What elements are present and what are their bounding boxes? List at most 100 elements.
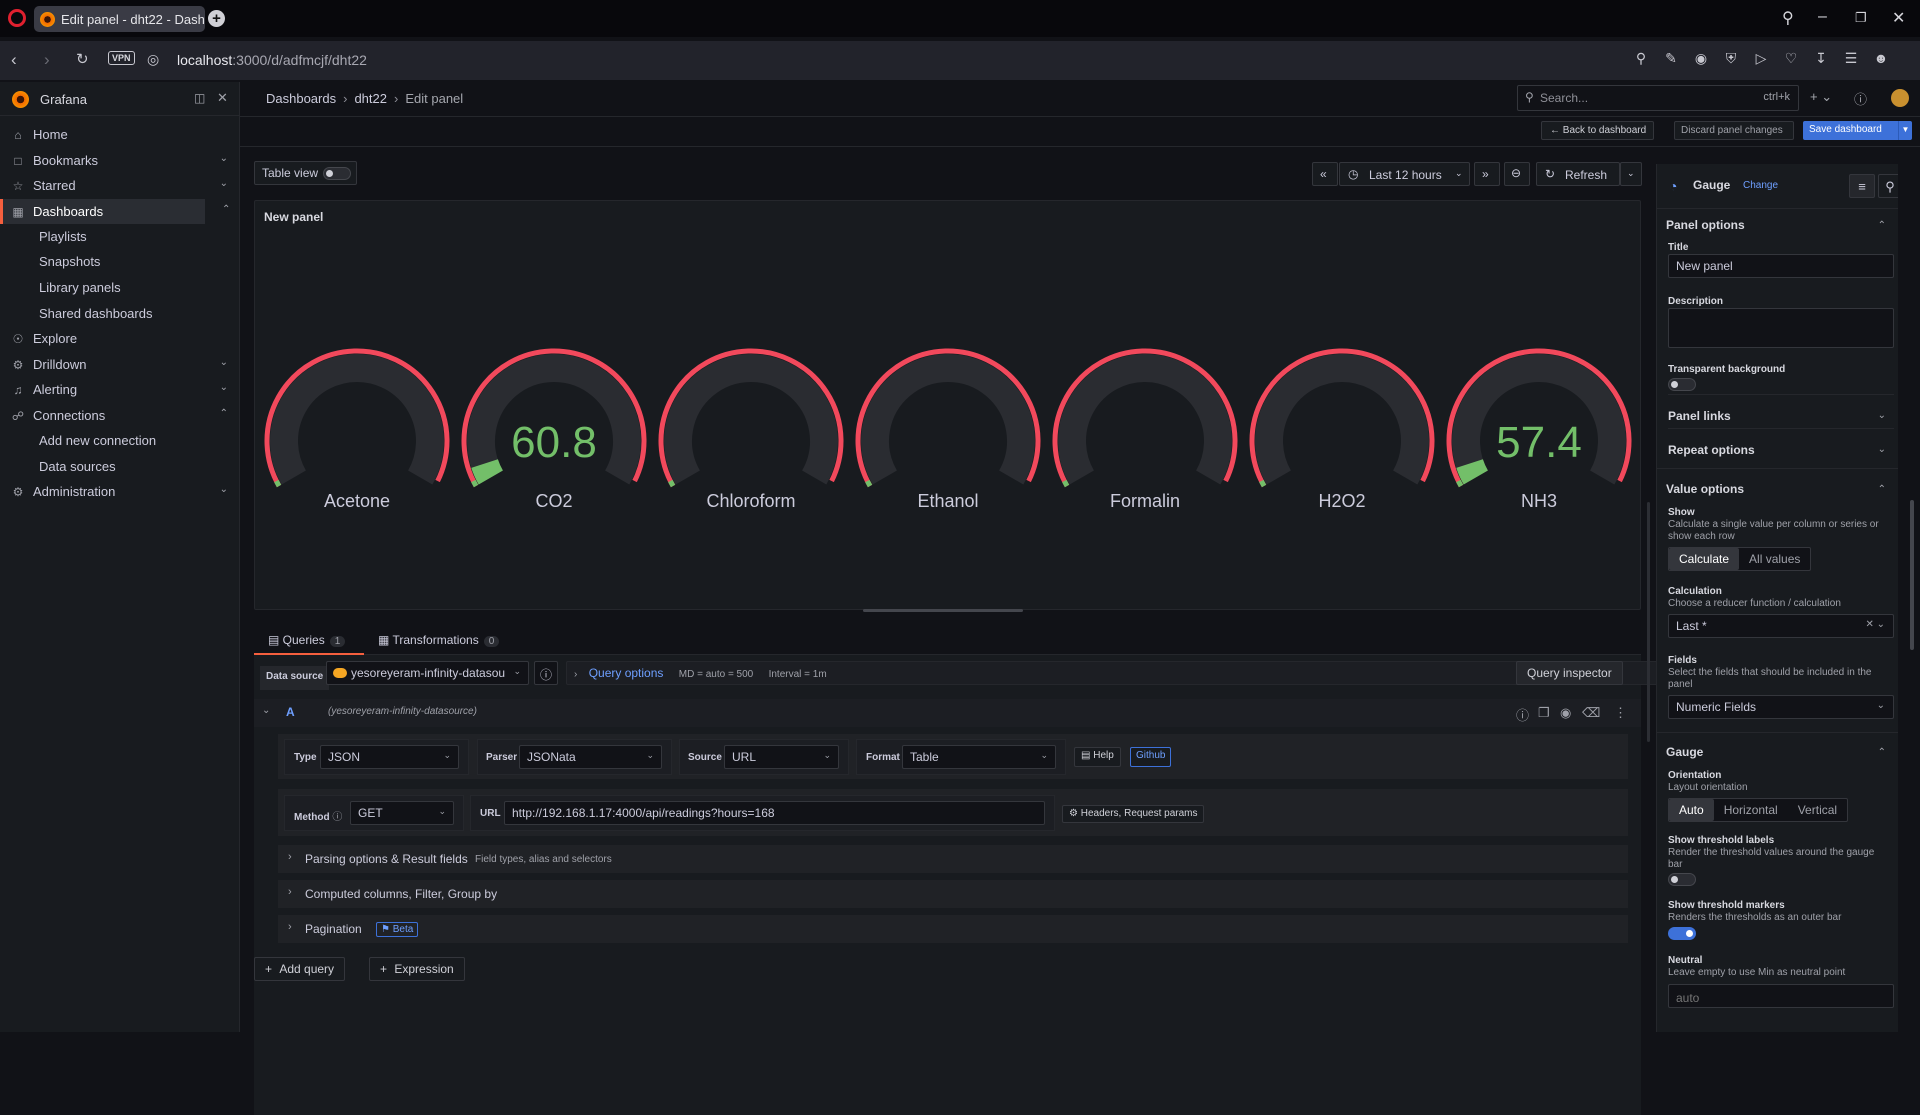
chevron-down-icon[interactable]: ⌄: [220, 178, 228, 189]
chevron-down-icon[interactable]: ▼: [1898, 121, 1912, 140]
url-field[interactable]: localhost:3000/d/adfmcjf/dht22: [177, 52, 367, 68]
globe-icon[interactable]: ◎: [147, 51, 159, 68]
panel-links-header[interactable]: Panel links: [1668, 409, 1731, 423]
orientation-vertical[interactable]: Vertical: [1788, 799, 1847, 821]
orientation-horizontal[interactable]: Horizontal: [1714, 799, 1788, 821]
breadcrumb-dashboards[interactable]: Dashboards: [266, 91, 336, 106]
tab-transformations[interactable]: ▦ Transformations 0: [378, 633, 500, 647]
refresh-interval-dropdown[interactable]: ⌄: [1620, 162, 1642, 186]
sidebar-item-explore[interactable]: ☉ Explore: [0, 326, 240, 351]
search-options-icon[interactable]: ⚲: [1878, 174, 1898, 198]
sidebar-item-connections[interactable]: ☍ Connections ⌃: [0, 403, 240, 428]
all-values-option[interactable]: All values: [1739, 548, 1810, 570]
query-inspector-button[interactable]: Query inspector: [1516, 661, 1623, 685]
chevron-down-icon[interactable]: ⌄: [220, 357, 228, 368]
chevron-up-icon[interactable]: ⌃: [1878, 484, 1886, 495]
collapse-icon[interactable]: ⌄: [262, 705, 270, 716]
query-row-header[interactable]: ⌄ A (yesoreyeram-infinity-datasource) ⓘ …: [254, 699, 1641, 727]
info-icon[interactable]: ⓘ: [332, 812, 342, 823]
chevron-down-icon[interactable]: ⌄: [1878, 410, 1886, 421]
options-scrollbar[interactable]: [1910, 500, 1914, 650]
drag-handle-icon[interactable]: ⋮: [1614, 705, 1627, 721]
sidebar-item-data-sources[interactable]: Data sources: [0, 454, 240, 479]
vpn-badge[interactable]: VPN: [108, 51, 135, 65]
type-select[interactable]: JSON ⌄: [320, 745, 459, 769]
fields-select[interactable]: Numeric Fields ⌄: [1668, 695, 1894, 719]
back-to-dashboard-button[interactable]: ← Back to dashboard: [1541, 121, 1654, 140]
sidebar-item-alerting[interactable]: ♫ Alerting ⌄: [0, 377, 240, 402]
data-source-help-button[interactable]: ⓘ: [534, 661, 558, 685]
close-menu-icon[interactable]: ✕: [217, 90, 228, 106]
time-shift-back-button[interactable]: «: [1312, 162, 1338, 186]
add-query-button[interactable]: + Add query: [254, 957, 346, 981]
panel-splitter[interactable]: [1647, 502, 1650, 742]
sidebar-item-playlists[interactable]: Playlists: [0, 224, 240, 249]
camera-icon[interactable]: ◉: [1692, 50, 1710, 68]
breadcrumb-dashboard[interactable]: dht22: [354, 91, 387, 106]
sidebar-item-add-new-connection[interactable]: Add new connection: [0, 428, 240, 453]
sidebar-item-bookmarks[interactable]: □ Bookmarks ⌄: [0, 148, 240, 173]
threshold-labels-toggle[interactable]: [1668, 873, 1696, 886]
help-icon[interactable]: ⓘ: [1854, 89, 1867, 108]
query-options-label[interactable]: Query options: [589, 666, 664, 680]
source-select[interactable]: URL ⌄: [724, 745, 839, 769]
chevron-up-icon[interactable]: ⌃: [222, 204, 230, 215]
tab-queries[interactable]: ▤ Queries 1: [268, 633, 346, 647]
chevron-down-icon[interactable]: ⌄: [220, 382, 228, 393]
help-button[interactable]: ▤ Help: [1074, 747, 1121, 767]
heart-icon[interactable]: ♡: [1782, 50, 1800, 68]
new-tab-button[interactable]: +: [208, 10, 225, 27]
chevron-down-icon[interactable]: ⌄: [1878, 444, 1886, 455]
chevron-up-icon[interactable]: ⌃: [1878, 747, 1886, 758]
neutral-input[interactable]: [1668, 984, 1894, 1008]
sidebar-item-dashboards[interactable]: ▦ Dashboards: [0, 199, 205, 224]
sidebar-item-home[interactable]: ⌂ Home: [0, 122, 240, 147]
browser-tab[interactable]: Edit panel - dht22 - Dashb: [34, 6, 205, 32]
add-new-icon[interactable]: + ⌄: [1810, 89, 1832, 105]
table-view-switch[interactable]: [323, 167, 351, 180]
play-icon[interactable]: ▷: [1752, 50, 1770, 68]
sidebar-item-starred[interactable]: ☆ Starred ⌄: [0, 173, 240, 198]
chevron-down-icon[interactable]: ⌄: [220, 484, 228, 495]
chevron-down-icon[interactable]: ⌄: [220, 153, 228, 164]
refresh-button[interactable]: ↻ Refresh: [1536, 162, 1620, 186]
method-select[interactable]: GET ⌄: [350, 801, 454, 825]
pagination-row[interactable]: › Pagination ⚑ Beta: [278, 915, 1628, 943]
parsing-options-row[interactable]: › Parsing options & Result fields Field ty…: [278, 845, 1628, 873]
search-tabs-icon[interactable]: ⚲: [1782, 8, 1794, 28]
headers-params-button[interactable]: ⚙ Headers, Request params: [1062, 805, 1205, 823]
description-textarea[interactable]: [1668, 308, 1894, 348]
horizontal-scrollbar[interactable]: [863, 609, 1023, 612]
time-picker-button[interactable]: ◷ Last 12 hours ⌄: [1339, 162, 1470, 186]
trash-icon[interactable]: ⌫: [1582, 705, 1600, 721]
help-icon[interactable]: ⓘ: [1516, 705, 1529, 724]
search-input[interactable]: ⚲ Search... ctrl+k: [1517, 85, 1799, 111]
viz-name[interactable]: Gauge: [1693, 178, 1730, 192]
url-input[interactable]: http://192.168.1.17:4000/api/readings?ho…: [504, 801, 1045, 825]
transparent-toggle[interactable]: [1668, 378, 1696, 391]
dock-menu-icon[interactable]: ◫: [194, 91, 205, 105]
edit-icon[interactable]: ✎: [1662, 50, 1680, 68]
minimize-icon[interactable]: –: [1818, 8, 1827, 26]
eye-icon[interactable]: ◉: [1560, 705, 1571, 721]
change-viz-link[interactable]: Change: [1743, 180, 1778, 191]
chevron-up-icon[interactable]: ⌃: [1878, 220, 1886, 231]
sidebar-item-shared-dashboards[interactable]: Shared dashboards: [0, 301, 240, 326]
query-ref-id[interactable]: A: [286, 705, 295, 719]
sidebar-item-library-panels[interactable]: Library panels: [0, 275, 240, 300]
time-shift-forward-button[interactable]: »: [1474, 162, 1500, 186]
parser-select[interactable]: JSONata ⌄: [519, 745, 662, 769]
save-dashboard-button[interactable]: Save dashboard ▼: [1803, 121, 1912, 140]
format-select[interactable]: Table ⌄: [902, 745, 1056, 769]
data-source-picker[interactable]: yesoreyeram-infinity-datasou ⌄: [326, 661, 529, 685]
download-icon[interactable]: ↧: [1812, 50, 1830, 68]
restore-icon[interactable]: ❐: [1855, 10, 1867, 26]
computed-columns-row[interactable]: › Computed columns, Filter, Group by: [278, 880, 1628, 908]
forward-icon[interactable]: ›: [44, 50, 50, 70]
close-window-icon[interactable]: ✕: [1892, 8, 1905, 28]
duplicate-icon[interactable]: ❐: [1538, 705, 1550, 721]
panel-options-header[interactable]: Panel options: [1666, 218, 1745, 232]
title-input[interactable]: New panel: [1668, 254, 1894, 278]
repeat-options-header[interactable]: Repeat options: [1668, 443, 1755, 457]
calculate-option[interactable]: Calculate: [1669, 548, 1740, 570]
